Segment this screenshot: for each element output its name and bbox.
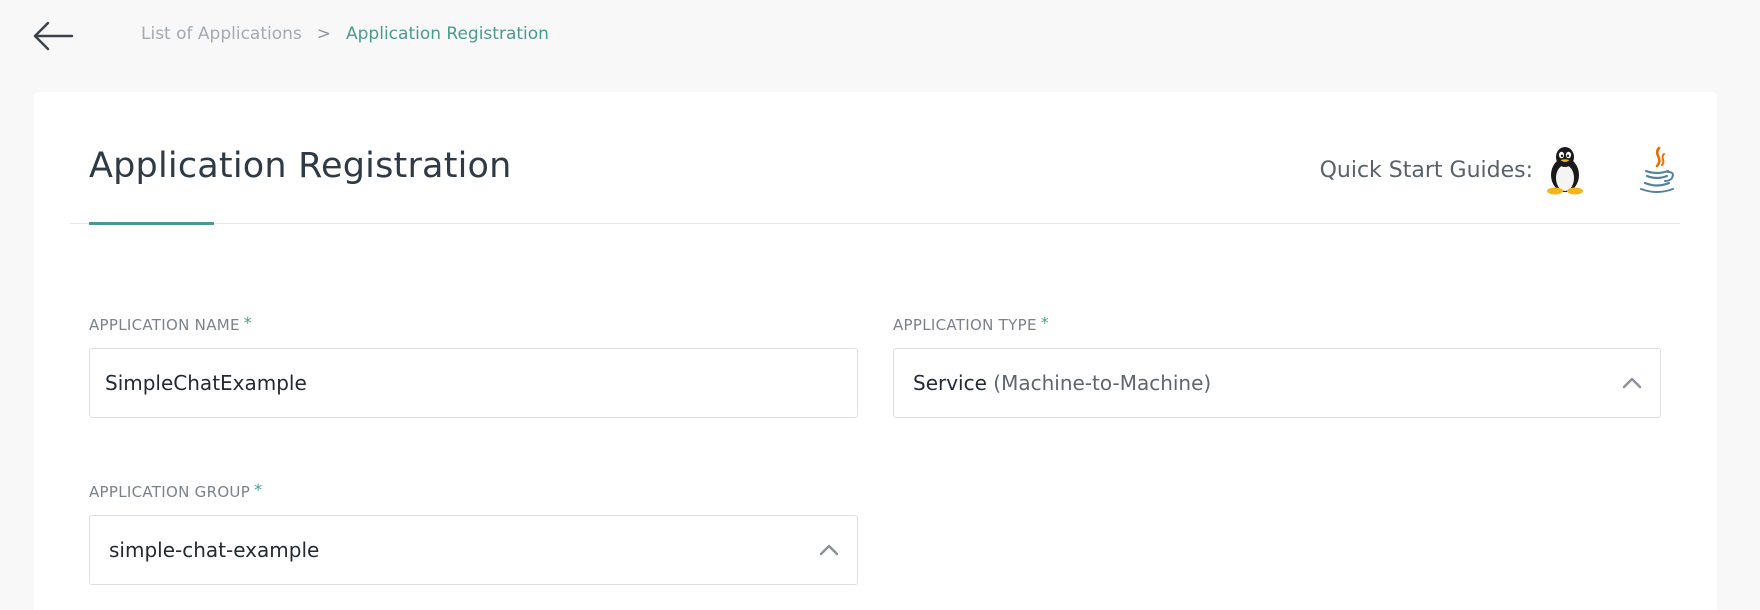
arrow-left-icon	[33, 21, 74, 51]
application-name-input[interactable]	[105, 371, 842, 395]
application-name-input-box	[89, 348, 858, 418]
chevron-up-icon[interactable]	[817, 538, 841, 562]
chevron-up-icon[interactable]	[1620, 371, 1644, 395]
application-type-label-text: APPLICATION TYPE	[893, 316, 1037, 334]
linux-tux-icon	[1547, 147, 1583, 195]
application-group-field: APPLICATION GROUP * simple-chat-example	[89, 480, 858, 585]
quick-start-guides: Quick Start Guides:	[1320, 144, 1681, 196]
application-type-select[interactable]: Service (Machine-to-Machine)	[893, 348, 1661, 418]
required-mark: *	[243, 313, 253, 332]
linux-guide-link[interactable]	[1541, 144, 1589, 196]
application-type-field: APPLICATION TYPE * Service (Machine-to-Ma…	[893, 313, 1661, 418]
page-title: Application Registration	[89, 146, 512, 186]
application-type-value-detail: (Machine-to-Machine)	[993, 371, 1212, 395]
java-guide-link[interactable]	[1633, 144, 1681, 196]
application-group-label-text: APPLICATION GROUP	[89, 483, 251, 501]
required-mark: *	[254, 480, 263, 499]
breadcrumb-separator: >	[316, 24, 332, 44]
title-underline	[89, 222, 214, 225]
application-group-select[interactable]: simple-chat-example	[89, 515, 858, 585]
application-group-value: simple-chat-example	[109, 538, 320, 562]
quick-start-label: Quick Start Guides:	[1319, 157, 1533, 183]
required-mark: *	[1040, 313, 1050, 332]
application-type-label: APPLICATION TYPE *	[893, 313, 1661, 338]
breadcrumb-list-of-applications[interactable]: List of Applications	[141, 24, 302, 44]
java-icon	[1640, 146, 1674, 193]
application-name-label: APPLICATION NAME *	[89, 313, 858, 338]
application-type-value-main: Service	[913, 371, 987, 395]
breadcrumb: List of Applications > Application Regis…	[141, 24, 549, 44]
application-name-field: APPLICATION NAME *	[89, 313, 858, 418]
back-button[interactable]	[28, 16, 78, 56]
top-bar: List of Applications > Application Regis…	[0, 0, 1760, 72]
application-name-label-text: APPLICATION NAME	[89, 316, 240, 334]
breadcrumb-current: Application Registration	[346, 24, 549, 44]
registration-card: Application Registration Quick Start Gui…	[34, 92, 1717, 610]
application-type-value: Service (Machine-to-Machine)	[913, 371, 1211, 395]
header-divider	[70, 223, 1680, 224]
application-group-label: APPLICATION GROUP *	[89, 480, 858, 505]
